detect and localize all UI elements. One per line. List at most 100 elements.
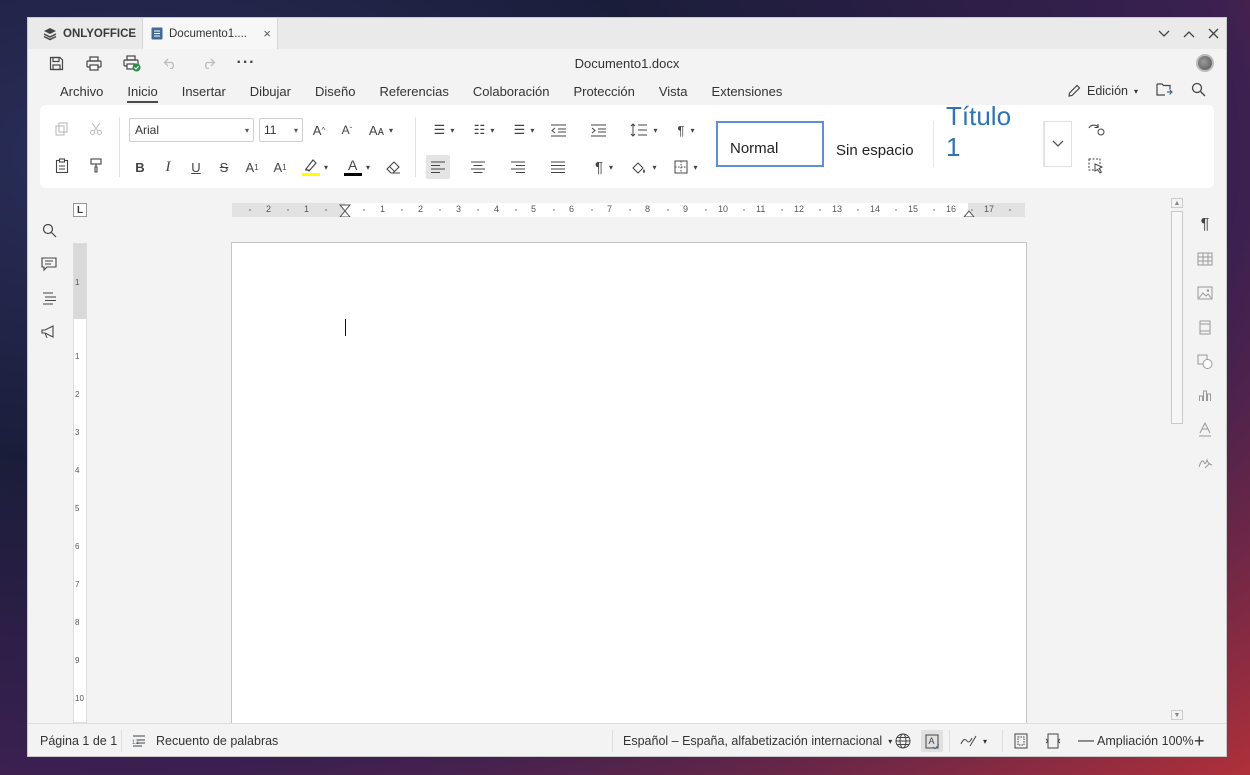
tab-vista[interactable]: Vista <box>659 77 688 105</box>
spellcheck-icon[interactable]: A <box>920 724 944 756</box>
user-avatar[interactable] <box>1196 54 1214 72</box>
feedback-icon[interactable] <box>36 315 62 349</box>
open-folder-icon[interactable] <box>1156 82 1173 100</box>
highlight-color-icon[interactable]: ▾ <box>298 154 332 180</box>
font-color-icon[interactable]: A ▾ <box>340 154 374 180</box>
paragraph-settings-icon[interactable]: ¶ <box>1190 208 1220 242</box>
bold-icon[interactable]: B <box>130 156 150 178</box>
quick-print-icon[interactable] <box>114 51 150 75</box>
format-painter-icon[interactable] <box>86 155 106 175</box>
numbered-list-icon[interactable]: ☷ ▾ <box>466 119 502 141</box>
navigation-icon[interactable] <box>36 281 62 315</box>
tab-diseno[interactable]: Diseño <box>315 77 355 105</box>
zoom-out-icon[interactable]: — <box>1078 724 1094 756</box>
language-select[interactable]: Español – España, alfabetización interna… <box>623 724 893 756</box>
save-icon[interactable] <box>38 51 74 75</box>
shape-settings-icon[interactable] <box>1190 344 1220 378</box>
horizontal-ruler[interactable]: 2 1 1 2 3 4 5 6 7 8 9 10 11 12 13 14 15 … <box>232 203 1025 217</box>
word-count-button[interactable]: 12 Recuento de palabras <box>132 724 278 756</box>
zoom-in-icon[interactable]: + <box>1194 724 1205 756</box>
tab-insertar[interactable]: Insertar <box>182 77 226 105</box>
align-right-icon[interactable] <box>506 155 530 179</box>
document-tab[interactable]: Documento1.... × <box>143 18 278 49</box>
decrease-font-icon[interactable]: Aˇ <box>336 119 358 141</box>
table-settings-icon[interactable] <box>1190 242 1220 276</box>
close-window-button[interactable] <box>1201 18 1226 49</box>
text-art-icon[interactable] <box>1190 412 1220 446</box>
multilevel-list-icon[interactable]: ☰ ▾ <box>506 119 542 141</box>
document-page[interactable] <box>231 242 1027 742</box>
tab-extensiones[interactable]: Extensiones <box>712 77 783 105</box>
scroll-up-icon[interactable]: ▲ <box>1171 198 1183 208</box>
style-no-spacing[interactable]: Sin espacio <box>824 121 934 167</box>
italic-icon[interactable]: I <box>158 156 178 178</box>
redo-icon[interactable] <box>190 51 226 75</box>
align-left-icon[interactable] <box>426 155 450 179</box>
tab-stop-selector[interactable]: L <box>73 203 87 217</box>
chevron-down-icon: ▾ <box>888 736 893 746</box>
globe-icon[interactable] <box>895 724 911 756</box>
close-tab-icon[interactable]: × <box>263 26 271 41</box>
brand-logo[interactable]: ONLYOFFICE <box>28 18 143 49</box>
scrollbar-thumb[interactable] <box>1171 211 1183 424</box>
decrease-indent-icon[interactable] <box>546 119 570 141</box>
bullet-list-icon[interactable]: ☰ ▾ <box>426 119 462 141</box>
style-normal[interactable]: Normal <box>716 121 824 167</box>
tab-proteccion[interactable]: Protección <box>573 77 634 105</box>
search-icon[interactable] <box>1191 82 1206 100</box>
zoom-level[interactable]: Ampliación 100% <box>1097 724 1194 756</box>
track-changes-button[interactable]: ▾ <box>960 724 987 756</box>
edit-mode-button[interactable]: Edición ▾ <box>1067 84 1138 98</box>
page-indicator[interactable]: Página 1 de 1 <box>40 724 117 756</box>
image-settings-icon[interactable] <box>1190 276 1220 310</box>
ruler-number: 17 <box>984 204 995 214</box>
tab-archivo[interactable]: Archivo <box>60 77 103 105</box>
more-options-icon[interactable]: ··· <box>228 51 264 75</box>
maximize-button[interactable] <box>1176 18 1201 49</box>
line-spacing-icon[interactable]: ▾ <box>626 119 662 141</box>
ruler-number: 14 <box>870 204 881 214</box>
clear-formatting-icon[interactable] <box>382 156 404 178</box>
replace-icon[interactable] <box>1085 119 1107 141</box>
paragraph-direction-icon[interactable]: ¶ ▾ <box>668 119 704 141</box>
nonprinting-characters-icon[interactable]: ¶ ▾ <box>586 155 622 179</box>
scroll-down-icon[interactable]: ▼ <box>1171 710 1183 720</box>
subscript-icon[interactable]: A1 <box>270 156 290 178</box>
justify-icon[interactable] <box>546 155 570 179</box>
change-case-icon[interactable]: Aᴀ ▾ <box>364 119 398 141</box>
fit-width-icon[interactable] <box>1045 724 1061 756</box>
ruler-number: 10 <box>75 694 84 703</box>
tab-colaboracion[interactable]: Colaboración <box>473 77 550 105</box>
style-heading-1[interactable]: Título 1 <box>934 101 1044 167</box>
font-name-select[interactable]: Arial ▾ <box>129 118 254 142</box>
undo-icon[interactable] <box>152 51 188 75</box>
select-all-icon[interactable] <box>1085 155 1107 177</box>
tab-inicio[interactable]: Inicio <box>127 77 159 105</box>
search-icon[interactable] <box>36 213 62 247</box>
ruler-number: 3 <box>75 428 80 437</box>
comments-icon[interactable] <box>36 247 62 281</box>
styles-more-button[interactable] <box>1044 121 1072 167</box>
shading-icon[interactable]: ▾ <box>626 155 662 179</box>
vertical-ruler[interactable]: 1 1 2 3 4 5 6 7 8 9 10 <box>73 243 87 723</box>
signature-icon[interactable] <box>1190 446 1220 480</box>
cut-icon[interactable] <box>86 119 106 139</box>
increase-indent-icon[interactable] <box>586 119 610 141</box>
borders-icon[interactable]: ▾ <box>668 155 704 179</box>
underline-icon[interactable]: U <box>186 156 206 178</box>
paste-icon[interactable] <box>52 155 72 175</box>
header-footer-icon[interactable] <box>1190 310 1220 344</box>
align-center-icon[interactable] <box>466 155 490 179</box>
dropdown-chevron-icon[interactable] <box>1151 18 1176 49</box>
fit-page-icon[interactable] <box>1014 724 1028 756</box>
font-size-select[interactable]: 11 ▾ <box>259 118 303 142</box>
vertical-scrollbar[interactable]: ▲ ▼ <box>1171 198 1183 723</box>
chart-settings-icon[interactable] <box>1190 378 1220 412</box>
tab-referencias[interactable]: Referencias <box>379 77 448 105</box>
strikethrough-icon[interactable]: S <box>214 156 234 178</box>
increase-font-icon[interactable]: A ^ <box>308 119 330 141</box>
print-icon[interactable] <box>76 51 112 75</box>
copy-icon[interactable] <box>52 119 72 139</box>
superscript-icon[interactable]: A1 <box>242 156 262 178</box>
tab-dibujar[interactable]: Dibujar <box>250 77 291 105</box>
